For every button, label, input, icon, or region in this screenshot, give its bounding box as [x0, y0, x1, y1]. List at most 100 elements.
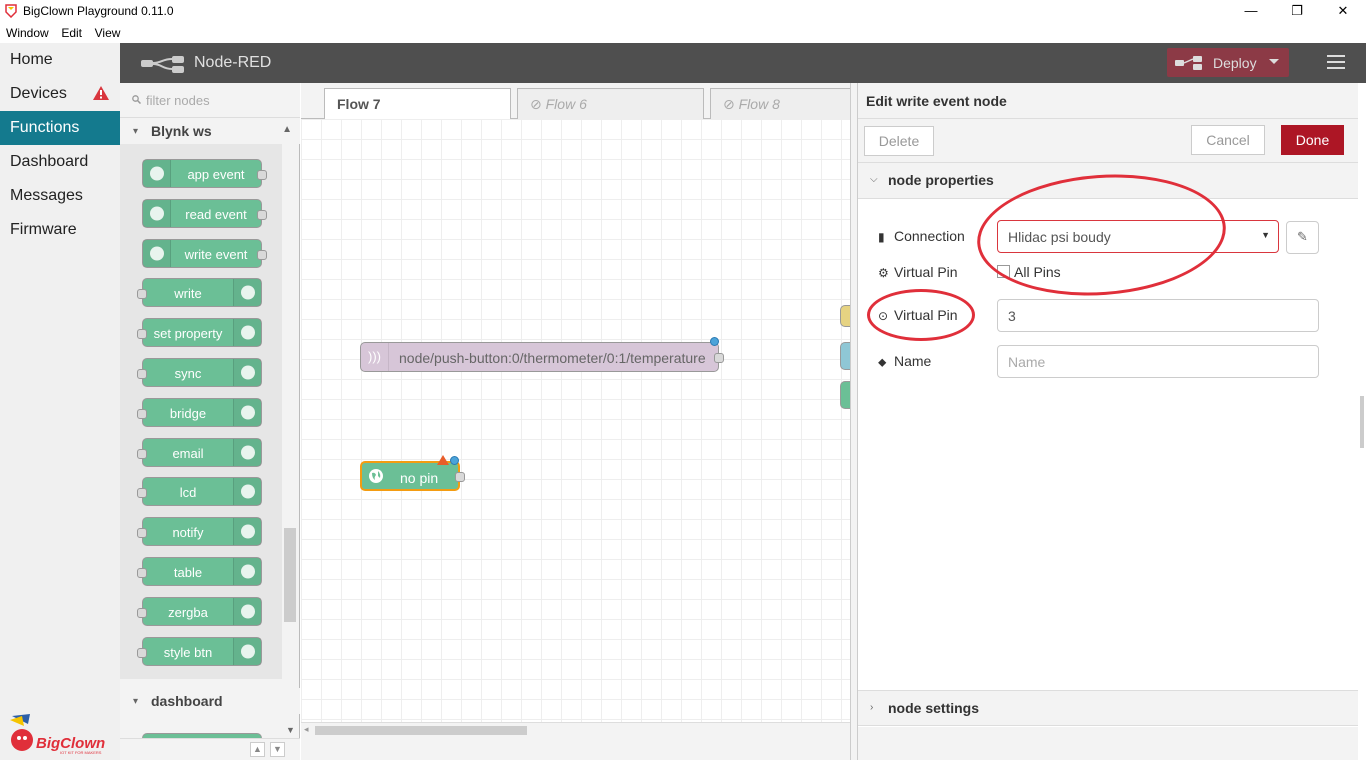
svg-text:IOT KIT FOR MAKERS: IOT KIT FOR MAKERS [60, 750, 102, 755]
workspace-tabs: Flow 7 ⊘ Flow 6 ⊘ Flow 8 [301, 83, 857, 120]
deploy-button[interactable]: Deploy [1167, 48, 1289, 77]
partial-node[interactable] [840, 305, 850, 327]
palette-node[interactable]: table [137, 557, 262, 586]
sidebar-item-label: Home [10, 51, 53, 68]
palette-node-list: app event read event write event write set p… [120, 144, 282, 679]
chevron-right-icon: › [870, 702, 874, 713]
sidebar-item-firmware[interactable]: Firmware [0, 213, 120, 247]
palette-node[interactable]: write [137, 278, 262, 308]
search-input[interactable]: filter nodes [146, 93, 210, 108]
tab-label: Flow 7 [337, 96, 381, 112]
input-port [137, 329, 147, 340]
input-port [137, 408, 147, 419]
connection-label: ▮ Connection [878, 228, 965, 244]
globe-icon [369, 469, 383, 483]
canvas-horizontal-scrollbar[interactable]: ◂ [301, 722, 850, 738]
palette-node-label: write [174, 286, 202, 302]
virtual-pin-value: 3 [1008, 308, 1016, 324]
palette-node[interactable]: app event [142, 159, 267, 188]
scroll-down-icon[interactable]: ▼ [286, 725, 295, 735]
input-port [137, 647, 147, 658]
section-node-settings[interactable]: › node settings [858, 690, 1358, 726]
menu-view[interactable]: View [89, 23, 124, 40]
nodered-title: Node-RED [194, 54, 272, 71]
name-placeholder: Name [1008, 354, 1046, 370]
palette-node[interactable]: sync [137, 358, 262, 387]
chevron-down-icon: ▾ [133, 126, 139, 137]
menu-icon[interactable] [1327, 55, 1345, 69]
chevron-up-icon[interactable]: ▲ [282, 124, 292, 135]
output-port[interactable] [714, 353, 724, 363]
sidebar-item-label: Dashboard [10, 153, 89, 170]
partial-node[interactable] [840, 381, 850, 409]
flow-canvas[interactable]: ))) node/push-button:0/thermometer/0:1/t… [301, 119, 850, 722]
sidebar-item-devices[interactable]: Devices [0, 77, 120, 111]
input-port [137, 448, 147, 459]
input-port [137, 488, 147, 499]
chevron-down-icon: ⌵ [870, 174, 878, 185]
write-event-node[interactable]: no pin [360, 461, 465, 491]
virtual-pin-input[interactable]: 3 [997, 299, 1319, 332]
menu-edit[interactable]: Edit [55, 23, 85, 40]
palette-node-label: style btn [163, 644, 213, 660]
gears-icon: ⚙ [878, 266, 889, 280]
palette-node-label: lcd [179, 485, 197, 501]
category-label: Blynk ws [151, 123, 212, 139]
pencil-icon[interactable]: ✎ [1286, 221, 1319, 254]
palette-scrollbar[interactable] [284, 528, 296, 622]
tab-flow-6[interactable]: ⊘ Flow 6 [517, 88, 704, 119]
menu-window[interactable]: Window [0, 23, 52, 40]
output-port [257, 249, 267, 260]
category-label: dashboard [151, 693, 223, 709]
delete-button[interactable]: Delete [864, 126, 934, 156]
tray-scrollbar[interactable] [1358, 83, 1366, 760]
palette-footer: ▲ ▼ [120, 738, 300, 760]
output-port[interactable] [455, 472, 465, 482]
tab-label: Flow 6 [545, 96, 587, 112]
cancel-button[interactable]: Cancel [1191, 125, 1265, 155]
palette-search[interactable]: filter nodes [120, 83, 300, 118]
palette-node[interactable]: bridge [137, 397, 262, 427]
palette-node[interactable]: set property [137, 318, 262, 348]
palette-node[interactable]: email [137, 437, 262, 467]
palette-node-label: write event [184, 246, 248, 262]
disabled-icon: ⊘ [530, 96, 546, 112]
palette-node-label: bridge [169, 405, 207, 421]
palette-node[interactable]: write event [142, 238, 267, 268]
scroll-left-icon[interactable]: ◂ [304, 724, 309, 735]
section-label: node properties [888, 172, 994, 188]
sidebar-item-home[interactable]: Home [0, 43, 120, 77]
palette-node[interactable]: zergba [137, 596, 262, 626]
section-label: node settings [888, 700, 980, 716]
name-input[interactable]: Name [997, 345, 1319, 378]
expand-all-button[interactable]: ▼ [270, 742, 285, 757]
minimize-button[interactable]: — [1228, 0, 1274, 23]
palette-node[interactable]: lcd [137, 477, 262, 507]
sidebar-item-dashboard[interactable]: Dashboard [0, 145, 120, 179]
tab-flow-8[interactable]: ⊘ Flow 8 [710, 88, 857, 119]
palette-node[interactable]: read event [142, 198, 267, 228]
restore-button[interactable]: ❐ [1274, 0, 1320, 23]
palette-node[interactable]: style btn [137, 636, 262, 666]
palette-category-blynk[interactable]: ▾ Blynk ws ▲ [120, 118, 300, 144]
tag-icon: ⬥ [878, 355, 887, 369]
output-port [257, 209, 267, 220]
mqtt-in-node[interactable]: ))) node/push-button:0/thermometer/0:1/t… [360, 342, 724, 372]
sidebar-item-functions[interactable]: Functions [0, 111, 120, 145]
done-button[interactable]: Done [1281, 125, 1344, 155]
chevron-down-icon[interactable] [1269, 59, 1279, 64]
tab-flow-7[interactable]: Flow 7 [324, 88, 511, 120]
collapse-all-button[interactable]: ▲ [250, 742, 265, 757]
deploy-icon [1175, 56, 1202, 70]
chevron-down-icon: ▾ [133, 696, 139, 707]
panel-divider[interactable] [850, 83, 858, 760]
app-sidebar: Home Devices Functions Dashboard Message… [0, 43, 120, 760]
close-button[interactable]: ✕ [1320, 0, 1366, 23]
sidebar-item-messages[interactable]: Messages [0, 179, 120, 213]
palette-node[interactable]: notify [137, 517, 262, 547]
palette-category-dashboard[interactable]: ▾ dashboard [120, 688, 300, 714]
sidebar-item-label: Firmware [10, 221, 77, 238]
scrollbar-thumb[interactable] [315, 726, 527, 735]
partial-node[interactable] [840, 342, 850, 370]
search-icon [132, 95, 141, 104]
